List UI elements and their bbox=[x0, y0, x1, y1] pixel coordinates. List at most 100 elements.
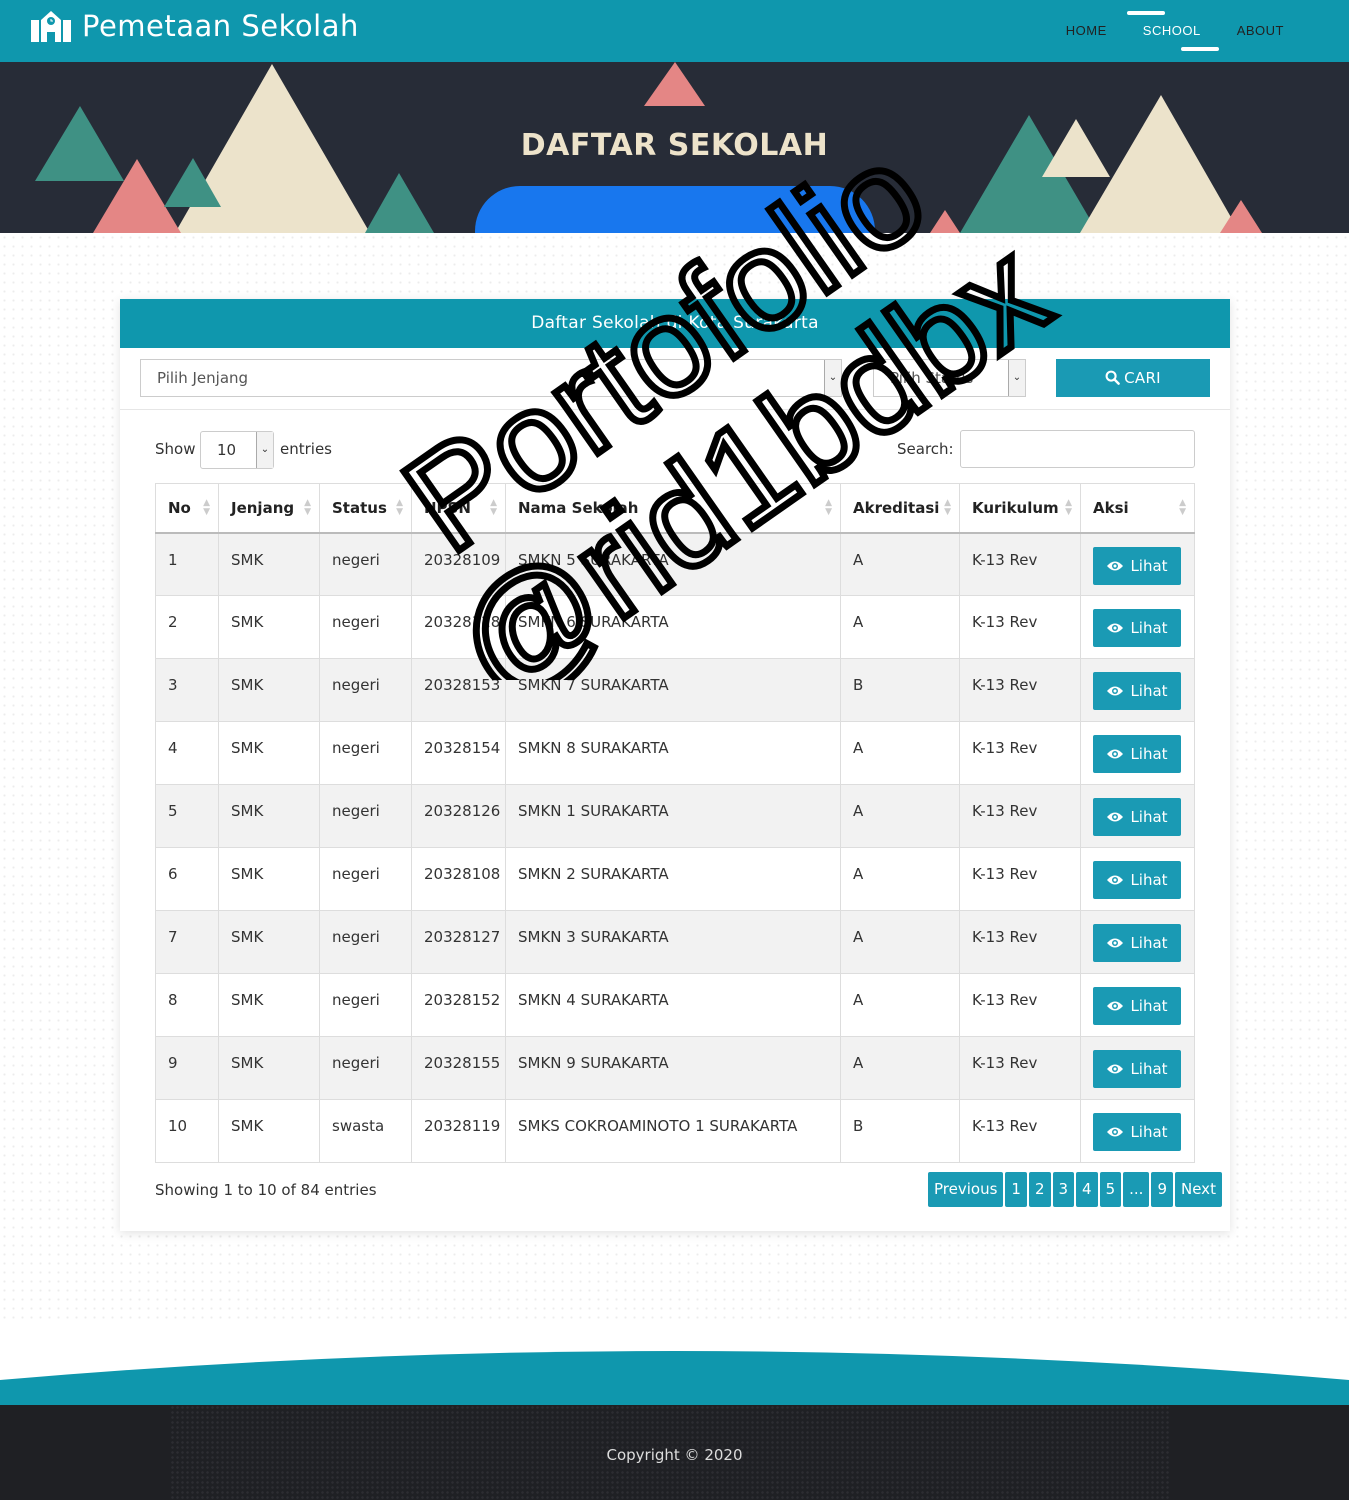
lihat-button[interactable]: Lihat bbox=[1093, 672, 1181, 710]
lihat-button[interactable]: Lihat bbox=[1093, 546, 1181, 585]
sort-icon: ▲ ▼ bbox=[490, 498, 497, 517]
page-title: DAFTAR SEKOLAH bbox=[520, 128, 829, 163]
cell-nama-sekolah: SMKN 7 SURAKARTA bbox=[505, 658, 841, 722]
lihat-button-label: Lihat bbox=[1130, 934, 1168, 952]
search-input[interactable] bbox=[960, 430, 1195, 468]
cell-aksi: Lihat bbox=[1080, 595, 1195, 659]
pagination-ellipsis: ... bbox=[1123, 1172, 1150, 1207]
lihat-button[interactable]: Lihat bbox=[1093, 798, 1181, 836]
table-row: 5 SMK negeri 20328126 SMKN 1 SURAKARTA A K-13 … bbox=[155, 784, 1195, 848]
column-header-kurikulum[interactable]: Kurikulum ▲ ▼ bbox=[959, 483, 1081, 534]
eye-icon bbox=[1106, 674, 1124, 712]
lihat-button[interactable]: Lihat bbox=[1093, 987, 1181, 1025]
pagination-page-4[interactable]: 4 bbox=[1076, 1172, 1098, 1207]
brand[interactable]: Pemetaan Sekolah bbox=[30, 8, 359, 44]
eye-icon bbox=[1106, 611, 1124, 649]
column-header-npsn[interactable]: NPSN ▲ ▼ bbox=[411, 483, 506, 534]
cell-npsn: 20328126 bbox=[411, 784, 506, 848]
cell-status: swasta bbox=[319, 1099, 412, 1163]
chevron-down-icon: ⌄ bbox=[824, 360, 841, 396]
pagination-next[interactable]: Next bbox=[1175, 1172, 1222, 1207]
lihat-button[interactable]: Lihat bbox=[1093, 609, 1181, 647]
cell-npsn: 20328154 bbox=[411, 721, 506, 785]
footer-wave bbox=[0, 1351, 1349, 1406]
cell-aksi: Lihat bbox=[1080, 1099, 1195, 1163]
cell-akreditasi: A bbox=[840, 910, 960, 974]
cell-npsn: 20328127 bbox=[411, 910, 506, 974]
cell-npsn: 20328109 bbox=[411, 532, 506, 596]
pagination-page-2[interactable]: 2 bbox=[1028, 1172, 1051, 1207]
cell-status: negeri bbox=[319, 595, 412, 659]
cell-npsn: 20328119 bbox=[411, 1099, 506, 1163]
cell-jenjang: SMK bbox=[218, 595, 320, 659]
jenjang-select[interactable]: Pilih Jenjang ⌄ bbox=[140, 359, 842, 397]
school-table: No ▲ ▼ Jenjang ▲ ▼ Status ▲ ▼ NPSN ▲ ▼ Nama Seko… bbox=[155, 483, 1195, 1163]
cell-no: 9 bbox=[155, 1036, 219, 1100]
table-row: 3 SMK negeri 20328153 SMKN 7 SURAKARTA B K-13 … bbox=[155, 658, 1195, 722]
cell-status: negeri bbox=[319, 721, 412, 785]
table-header-row: No ▲ ▼ Jenjang ▲ ▼ Status ▲ ▼ NPSN ▲ ▼ Nama Seko… bbox=[155, 483, 1195, 534]
jenjang-select-value: Pilih Jenjang bbox=[157, 369, 249, 387]
pagination-page-1[interactable]: 1 bbox=[1005, 1172, 1027, 1207]
pagination-page-9[interactable]: 9 bbox=[1151, 1172, 1173, 1207]
brand-name: Pemetaan Sekolah bbox=[82, 9, 359, 43]
cell-npsn: 20328128 bbox=[411, 595, 506, 659]
sort-icon: ▲ ▼ bbox=[203, 498, 210, 517]
eye-icon bbox=[1106, 926, 1124, 964]
cell-status: negeri bbox=[319, 910, 412, 974]
cell-kurikulum: K-13 Rev bbox=[959, 910, 1081, 974]
cell-kurikulum: K-13 Rev bbox=[959, 1036, 1081, 1100]
cell-nama-sekolah: SMKN 8 SURAKARTA bbox=[505, 721, 841, 785]
pagination-page-3[interactable]: 3 bbox=[1052, 1172, 1075, 1207]
column-header-status[interactable]: Status ▲ ▼ bbox=[319, 483, 412, 534]
table-row: 2 SMK negeri 20328128 SMKN 6 SURAKARTA A K-13 … bbox=[155, 595, 1195, 659]
navbar: Pemetaan Sekolah HOME SCHOOL ABOUT bbox=[0, 0, 1349, 62]
cell-npsn: 20328155 bbox=[411, 1036, 506, 1100]
cell-status: negeri bbox=[319, 973, 412, 1037]
search-label: Search: bbox=[897, 440, 954, 458]
status-select[interactable]: Pilih Status ⌄ bbox=[873, 359, 1026, 397]
lihat-button[interactable]: Lihat bbox=[1093, 924, 1181, 962]
lihat-button-label: Lihat bbox=[1130, 1060, 1168, 1078]
eye-icon bbox=[1106, 737, 1124, 775]
cell-akreditasi: B bbox=[840, 658, 960, 722]
eye-icon bbox=[1106, 1115, 1124, 1153]
cell-no: 4 bbox=[155, 721, 219, 785]
column-header-no[interactable]: No ▲ ▼ bbox=[155, 483, 219, 534]
cell-akreditasi: B bbox=[840, 1099, 960, 1163]
cell-npsn: 20328152 bbox=[411, 973, 506, 1037]
lihat-button-label: Lihat bbox=[1130, 1123, 1168, 1141]
cell-status: negeri bbox=[319, 784, 412, 848]
footer: Copyright © 2020 bbox=[0, 1405, 1349, 1500]
cell-akreditasi: A bbox=[840, 784, 960, 848]
pagination-previous[interactable]: Previous bbox=[928, 1172, 1004, 1207]
cell-aksi: Lihat bbox=[1080, 532, 1195, 596]
cell-jenjang: SMK bbox=[218, 721, 320, 785]
cell-status: negeri bbox=[319, 532, 412, 596]
school-list-card: Daftar Sekolah di Kota Surakarta Pilih J… bbox=[120, 299, 1230, 1231]
table-row: 1 SMK negeri 20328109 SMKN 5 SURAKARTA A K-13 … bbox=[155, 532, 1195, 596]
pagination-page-5[interactable]: 5 bbox=[1099, 1172, 1122, 1207]
nav-home[interactable]: HOME bbox=[1048, 0, 1125, 62]
nav-about[interactable]: ABOUT bbox=[1219, 0, 1302, 62]
chevron-down-icon: ⌄ bbox=[256, 432, 273, 468]
column-header-jenjang[interactable]: Jenjang ▲ ▼ bbox=[218, 483, 320, 534]
column-header-nama-sekolah[interactable]: Nama Sekolah ▲ ▼ bbox=[505, 483, 841, 534]
cell-jenjang: SMK bbox=[218, 658, 320, 722]
lihat-button[interactable]: Lihat bbox=[1093, 735, 1181, 773]
cell-no: 1 bbox=[155, 532, 219, 596]
lihat-button[interactable]: Lihat bbox=[1093, 861, 1181, 899]
search-button[interactable]: CARI bbox=[1056, 359, 1210, 397]
page-length-select[interactable]: 10 ⌄ bbox=[200, 431, 274, 469]
lihat-button[interactable]: Lihat bbox=[1093, 1113, 1181, 1151]
column-header-aksi: Aksi ▲ ▼ bbox=[1080, 483, 1195, 534]
table-body: 1 SMK negeri 20328109 SMKN 5 SURAKARTA A K-13 … bbox=[155, 532, 1195, 1163]
column-header-akreditasi[interactable]: Akreditasi ▲ ▼ bbox=[840, 483, 960, 534]
main-nav: HOME SCHOOL ABOUT bbox=[1048, 0, 1302, 62]
cell-status: negeri bbox=[319, 847, 412, 911]
lihat-button-label: Lihat bbox=[1130, 808, 1168, 826]
nav-school[interactable]: SCHOOL bbox=[1125, 0, 1219, 62]
cell-aksi: Lihat bbox=[1080, 784, 1195, 848]
cell-aksi: Lihat bbox=[1080, 1036, 1195, 1100]
lihat-button[interactable]: Lihat bbox=[1093, 1050, 1181, 1088]
